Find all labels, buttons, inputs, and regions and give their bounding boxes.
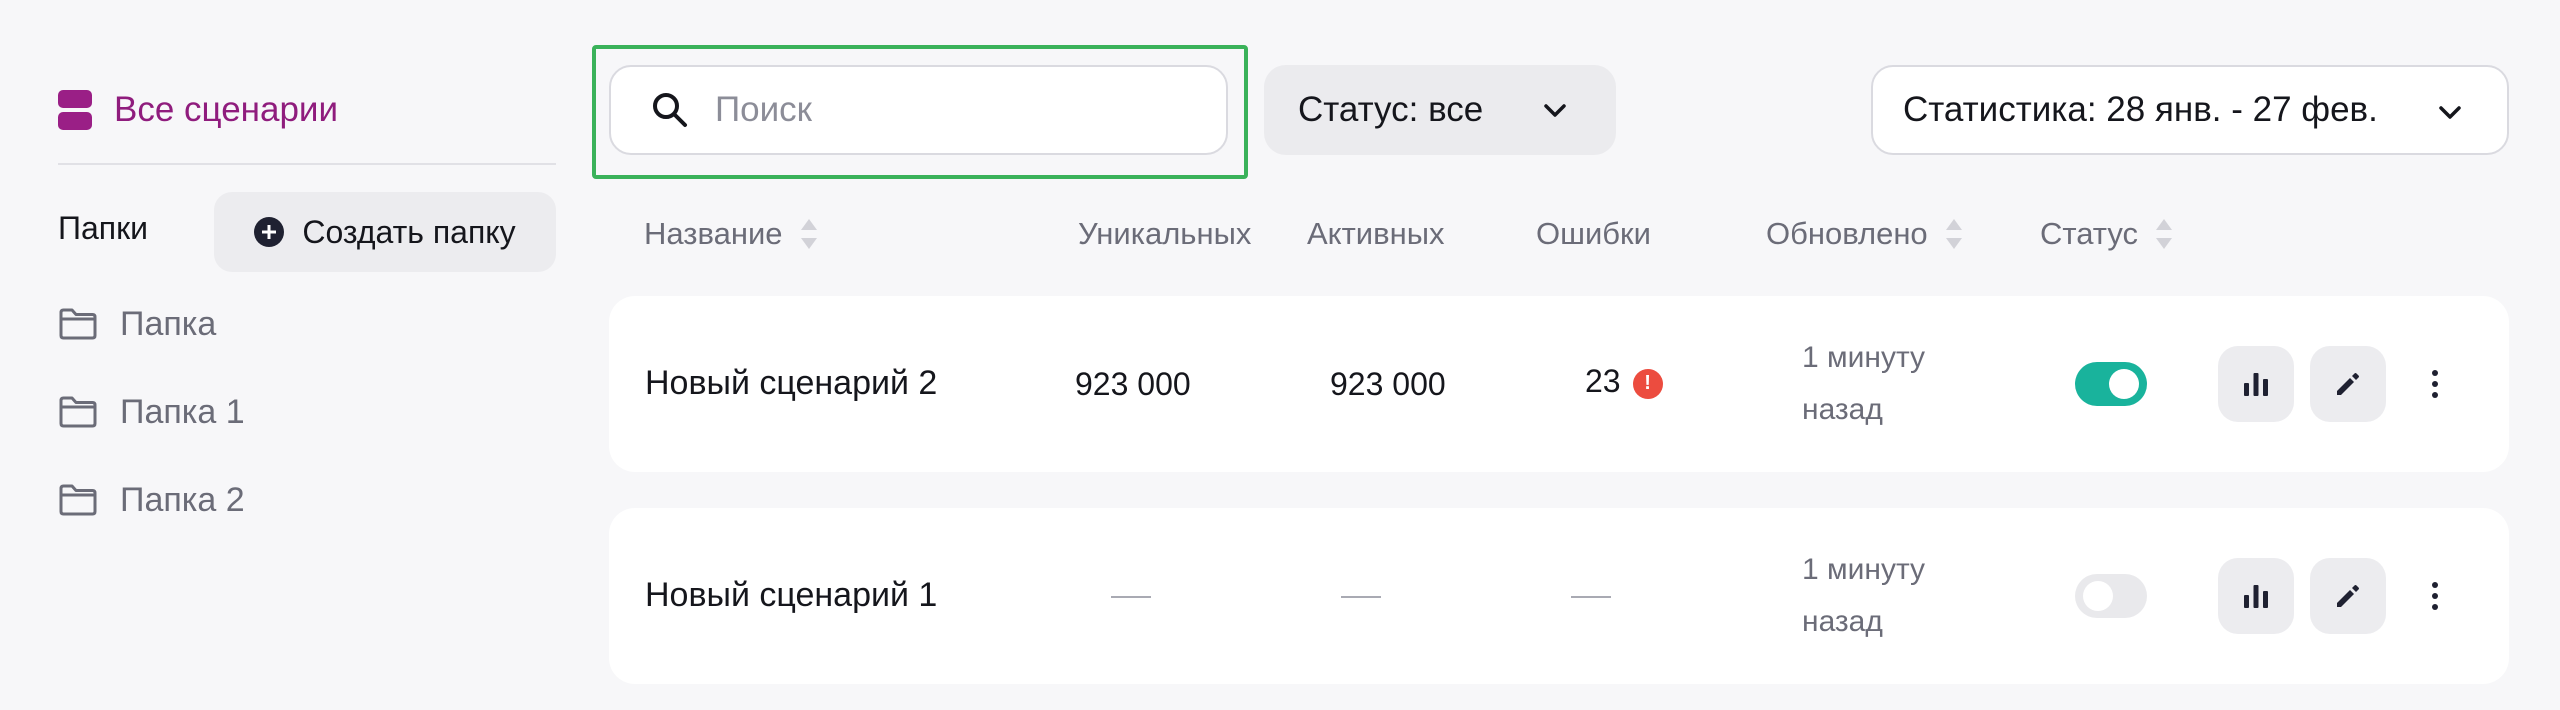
- status-toggle[interactable]: [2075, 574, 2147, 618]
- column-header-active: Активных: [1307, 214, 1444, 254]
- column-label: Ошибки: [1536, 216, 1651, 251]
- chevron-down-icon: [1544, 104, 1566, 117]
- sidebar: Все сценарии Папки Создать папку Папка П…: [58, 0, 556, 710]
- errors-cell: 23!: [1585, 363, 1663, 400]
- folders-heading: Папки: [58, 210, 148, 246]
- sidebar-divider: [58, 163, 556, 165]
- edit-button[interactable]: [2310, 558, 2386, 634]
- column-header-unique: Уникальных: [1078, 214, 1251, 254]
- sidebar-folder-papka-1[interactable]: Папка 1: [58, 387, 245, 437]
- bar-chart-icon: [2244, 373, 2268, 396]
- bar-chart-icon: [2244, 585, 2268, 608]
- column-header-errors: Ошибки: [1536, 214, 1651, 254]
- status-toggle[interactable]: [2075, 362, 2147, 406]
- column-header-name[interactable]: Название: [644, 214, 817, 254]
- edit-button[interactable]: [2310, 346, 2386, 422]
- active-count: 923 000: [1330, 366, 1446, 402]
- errors-count: 23: [1585, 363, 1621, 399]
- scenarios-page: Все сценарии Папки Создать папку Папка П…: [0, 0, 2560, 710]
- stats-period-label: Статистика: 28 янв. - 27 фев.: [1903, 90, 2378, 129]
- search-icon: [653, 93, 687, 127]
- folder-icon: [59, 484, 97, 516]
- sort-icon[interactable]: [800, 219, 817, 249]
- updated-time: 1 минуту назад: [1802, 332, 1925, 436]
- folder-label: Папка 2: [120, 480, 245, 519]
- column-header-updated[interactable]: Обновлено: [1766, 214, 1962, 254]
- column-label: Название: [644, 216, 783, 251]
- column-label: Активных: [1307, 216, 1445, 251]
- all-scenarios-link[interactable]: Все сценарии: [58, 80, 338, 140]
- sidebar-folder-papka[interactable]: Папка: [58, 299, 216, 349]
- status-filter-label: Статус: все: [1298, 90, 1484, 129]
- folder-icon: [59, 396, 97, 428]
- more-vertical-icon[interactable]: [2413, 566, 2457, 626]
- sidebar-folder-papka-2[interactable]: Папка 2: [58, 475, 245, 525]
- updated-time: 1 минуту назад: [1802, 544, 1925, 648]
- column-label: Обновлено: [1766, 216, 1928, 251]
- all-scenarios-label: Все сценарии: [114, 90, 339, 129]
- table-row[interactable]: Новый сценарий 2 923 000 923 000 23! 1 м…: [609, 296, 2509, 472]
- stats-button[interactable]: [2218, 346, 2294, 422]
- search-box[interactable]: [609, 65, 1228, 155]
- column-header-status[interactable]: Статус: [2040, 214, 2172, 254]
- create-folder-button[interactable]: Создать папку: [214, 192, 556, 272]
- status-filter-dropdown[interactable]: Статус: все: [1264, 65, 1616, 155]
- updated-line: 1 минуту: [1802, 553, 1926, 586]
- errors-empty-dash: [1571, 596, 1611, 598]
- create-folder-label: Создать папку: [302, 213, 516, 250]
- pencil-icon: [2337, 585, 2359, 607]
- unique-empty-dash: [1111, 596, 1151, 598]
- unique-count: 923 000: [1075, 366, 1191, 402]
- scenario-name[interactable]: Новый сценарий 2: [645, 364, 937, 403]
- stack-icon: [58, 90, 92, 130]
- folder-icon: [59, 308, 97, 340]
- active-empty-dash: [1341, 596, 1381, 598]
- error-badge-icon: !: [1632, 368, 1663, 399]
- folder-label: Папка: [120, 304, 217, 343]
- column-label: Уникальных: [1078, 216, 1252, 251]
- column-label: Статус: [2040, 216, 2138, 251]
- search-input[interactable]: [715, 90, 1195, 130]
- sort-icon[interactable]: [2156, 219, 2172, 249]
- stats-button[interactable]: [2218, 558, 2294, 634]
- updated-line: 1 минуту: [1802, 341, 1926, 374]
- stats-period-dropdown[interactable]: Статистика: 28 янв. - 27 фев.: [1871, 65, 2509, 155]
- updated-line: назад: [1802, 605, 1883, 638]
- more-vertical-icon[interactable]: [2413, 354, 2457, 414]
- chevron-down-icon: [2439, 106, 2461, 119]
- pencil-icon: [2337, 373, 2359, 395]
- table-row[interactable]: Новый сценарий 1 1 минуту назад: [609, 508, 2509, 684]
- updated-line: назад: [1802, 393, 1883, 426]
- plus-circle-icon: [254, 217, 285, 247]
- scenario-name[interactable]: Новый сценарий 1: [645, 576, 937, 615]
- folder-label: Папка 1: [120, 392, 245, 431]
- sort-icon[interactable]: [1945, 219, 1962, 249]
